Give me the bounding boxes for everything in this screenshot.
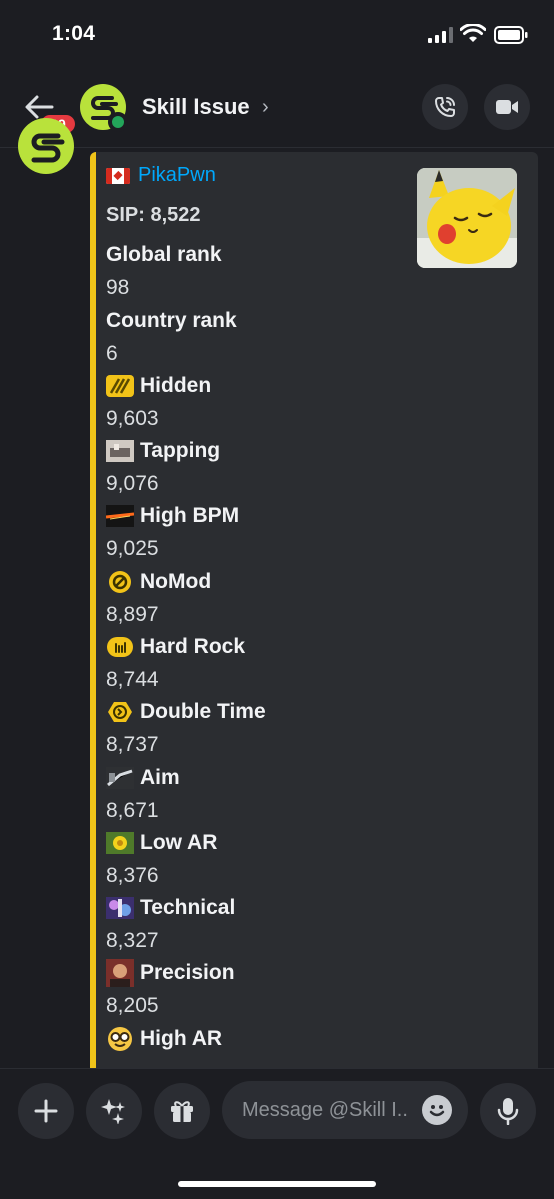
plus-icon: [34, 1099, 58, 1123]
field-global-rank: Global rank 98: [106, 238, 222, 304]
canada-flag-icon: [106, 167, 130, 184]
field-hidden: Hidden 9,603: [106, 369, 211, 435]
hidden-mod-icon: [106, 375, 134, 397]
field-country-rank: Country rank 6: [106, 304, 237, 370]
conversation-title[interactable]: Skill Issue: [142, 94, 250, 120]
embed-author-name[interactable]: PikaPwn: [138, 164, 216, 187]
voice-call-button[interactable]: [422, 84, 468, 130]
message-composer: Message @Skill I..: [0, 1068, 554, 1199]
field-name: High BPM: [140, 504, 240, 527]
field-double-time: Double Time 8,737: [106, 695, 266, 761]
hard-rock-icon: [106, 636, 134, 658]
field-precision: Precision 8,205: [106, 956, 235, 1022]
high-bpm-icon: [106, 505, 134, 527]
field-name: Low AR: [140, 831, 218, 854]
field-value: 8,737: [106, 733, 159, 756]
status-bar: 1:04: [0, 0, 554, 70]
voice-message-button[interactable]: [480, 1083, 536, 1139]
field-value: 9,025: [106, 537, 159, 560]
apps-button[interactable]: [86, 1083, 142, 1139]
pikachu-plush-image: [417, 168, 517, 268]
battery-icon: [494, 26, 528, 44]
field-high-bpm: High BPM 9,025: [106, 499, 239, 565]
field-value: 8,327: [106, 929, 159, 952]
embed-accent-bar: [90, 152, 96, 1082]
field-value: 8,671: [106, 799, 159, 822]
field-low-ar: Low AR 8,376: [106, 826, 217, 892]
field-value: 8,205: [106, 994, 159, 1017]
field-aim: Aim 8,671: [106, 761, 180, 827]
field-nomod: NoMod 8,897: [106, 565, 211, 631]
field-name: High AR: [140, 1027, 223, 1050]
profile-embed: PikaPwn SIP: 8,522 Global rank 98 Countr…: [90, 152, 538, 1082]
phone-icon: [435, 97, 455, 117]
field-hard-rock: Hard Rock 8,744: [106, 630, 245, 696]
technical-icon: [106, 897, 134, 919]
field-value: 6: [106, 342, 118, 365]
video-call-button[interactable]: [484, 84, 530, 130]
chevron-right-icon[interactable]: ›: [262, 96, 269, 119]
nerd-face-icon: [106, 1027, 134, 1051]
field-value: 9,603: [106, 407, 159, 430]
low-ar-icon: [106, 832, 134, 854]
embed-thumbnail[interactable]: [417, 168, 517, 268]
field-name: Tapping: [140, 439, 221, 462]
embed-author: PikaPwn: [106, 164, 216, 187]
field-name: Country rank: [106, 309, 237, 332]
field-technical: Technical 8,327: [106, 891, 235, 957]
nomod-icon: [106, 571, 134, 593]
message-author-avatar[interactable]: [18, 118, 74, 174]
gift-button[interactable]: [154, 1083, 210, 1139]
aim-icon: [106, 767, 134, 789]
field-name: Precision: [140, 961, 235, 984]
message-input[interactable]: Message @Skill I..: [222, 1081, 468, 1139]
field-name: Hidden: [140, 374, 212, 397]
field-value: 8,744: [106, 668, 159, 691]
tapping-icon: [106, 440, 134, 462]
field-name: Hard Rock: [140, 635, 246, 658]
gift-icon: [171, 1101, 193, 1122]
cellular-signal-icon: [428, 27, 453, 43]
sparkles-icon: [101, 1099, 125, 1124]
field-name: Aim: [140, 766, 180, 789]
field-name: NoMod: [140, 570, 212, 593]
field-name: Global rank: [106, 243, 222, 266]
field-name: Double Time: [140, 700, 266, 723]
conversation-header: 99 Skill Issue ›: [0, 72, 554, 148]
video-camera-icon: [496, 100, 518, 114]
home-indicator: [178, 1181, 376, 1187]
field-name: Technical: [140, 896, 236, 919]
field-tapping: Tapping 9,076: [106, 434, 220, 500]
online-status-indicator: [108, 112, 128, 132]
precision-icon: [106, 959, 134, 987]
status-time: 1:04: [52, 22, 96, 45]
double-time-icon: [106, 701, 134, 723]
smiley-icon: [429, 1105, 445, 1117]
field-value: 8,376: [106, 864, 159, 887]
microphone-icon: [497, 1098, 519, 1125]
sip-score: SIP: 8,522: [106, 204, 201, 226]
field-value: 9,076: [106, 472, 159, 495]
message-input-placeholder: Message @Skill I..: [242, 1099, 408, 1121]
skill-issue-logo-icon: [31, 133, 65, 163]
field-value: 98: [106, 276, 130, 299]
add-attachment-button[interactable]: [18, 1083, 74, 1139]
wifi-icon: [460, 24, 486, 42]
emoji-button[interactable]: [422, 1095, 452, 1125]
field-value: 8,897: [106, 603, 159, 626]
